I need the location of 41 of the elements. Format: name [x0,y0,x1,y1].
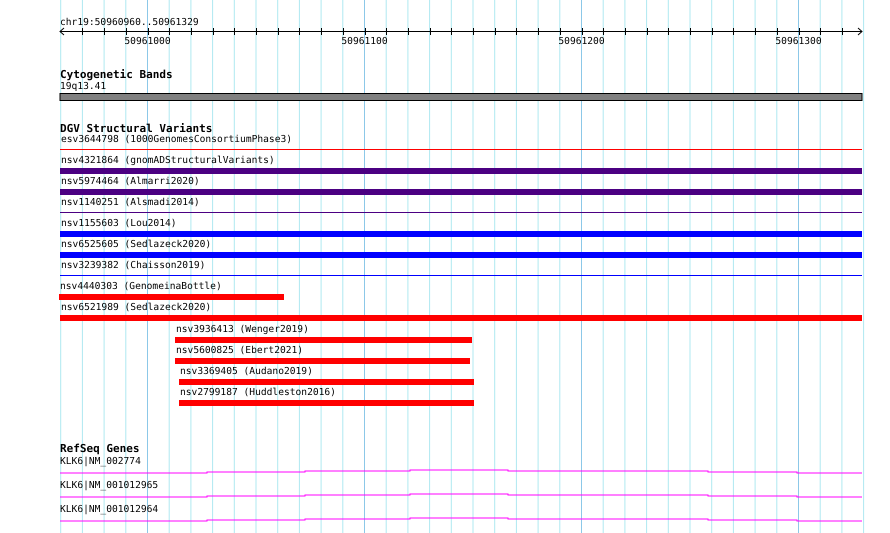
variant-label: nsv4321864 (gnomADStructuralVariants) [61,155,275,166]
track-title: Cytogenetic Bands [60,68,173,81]
variant-bar[interactable] [60,252,862,258]
variant-label: esv3644798 (1000GenomesConsortiumPhase3) [61,134,292,145]
tick-label: 50961300 [775,36,822,47]
track-title: DGV Structural Variants [60,122,212,135]
variant-label: nsv1155603 (Lou2014) [61,218,177,229]
variant-label: nsv5974464 (Almarri2020) [61,176,200,187]
variant-bar[interactable] [60,231,862,237]
variant-label: nsv6525605 (Sedlazeck2020) [61,239,212,250]
tick-label: 50961100 [341,36,388,47]
variant-bar[interactable] [60,168,862,174]
variant-label: nsv3239382 (Chaisson2019) [61,260,206,271]
gene-label: KLK6|NM_002774 [60,456,141,467]
gene-line[interactable] [60,494,862,498]
variant-label: nsv6521989 (Sedlazeck2020) [61,302,212,313]
gene-label: KLK6|NM_001012965 [60,480,158,491]
variant-bar[interactable] [179,379,474,385]
variant-label: nsv5600825 (Ebert2021) [176,345,304,356]
variant-label: nsv2799187 (Huddleston2016) [180,387,336,398]
variant-line[interactable] [60,275,862,276]
gene-line[interactable] [60,518,862,522]
variant-bar[interactable] [60,189,862,195]
variant-line[interactable] [60,212,862,213]
variant-bar[interactable] [179,400,474,406]
variant-label: nsv3369405 (Audano2019) [180,366,313,377]
tick-label: 50961200 [558,36,605,47]
variant-label: nsv4440303 (GenomeinaBottle) [60,281,222,292]
tick-label: 50961000 [124,36,171,47]
variant-bar[interactable] [175,337,472,343]
variant-label: nsv3936413 (Wenger2019) [176,324,309,335]
track-title: RefSeq Genes [60,442,140,455]
gene-label: KLK6|NM_001012964 [60,504,158,515]
gene-line[interactable] [60,470,862,474]
variant-bar[interactable] [60,315,862,321]
variant-label: nsv1140251 (Alsmadi2014) [61,197,200,208]
location-label: chr19:50960960..50961329 [60,17,199,28]
variant-line[interactable] [60,149,862,150]
variant-bar[interactable] [175,358,470,364]
band-label: 19q13.41 [60,81,106,92]
variant-bar[interactable] [59,294,284,300]
